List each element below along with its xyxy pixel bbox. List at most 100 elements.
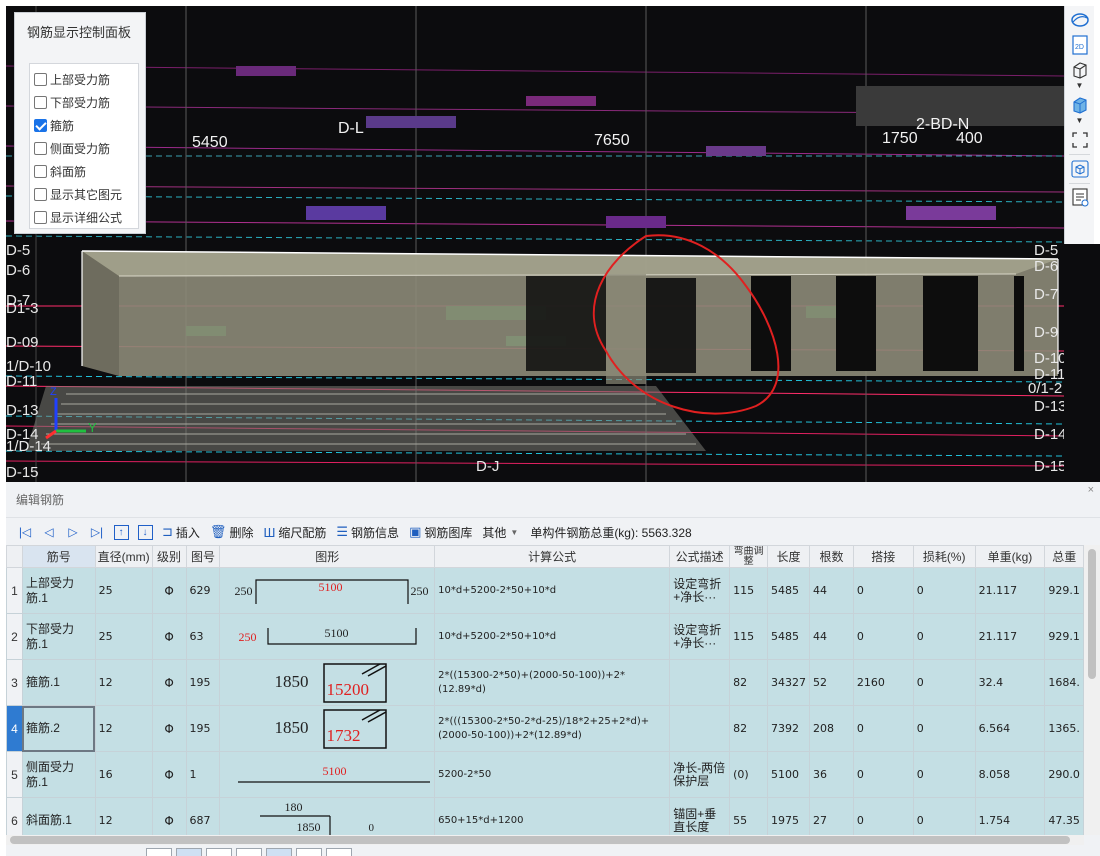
column-header[interactable]: 根数: [809, 545, 854, 568]
row-number[interactable]: 2: [6, 613, 23, 660]
grade-cell[interactable]: Φ: [151, 705, 187, 752]
2d-view-icon[interactable]: 2D: [1068, 34, 1092, 56]
grade-cell[interactable]: Φ: [151, 613, 187, 660]
table-row[interactable]: 5 侧面受力筋.1 16 Φ 1 5100 5200-2*50 净长-两倍保护层…: [6, 751, 1084, 798]
checkbox-checked[interactable]: [34, 119, 47, 132]
figure-number-cell[interactable]: 63: [185, 613, 221, 660]
toolbar-button[interactable]: [236, 848, 262, 856]
formula-desc-cell[interactable]: [669, 659, 731, 706]
column-header[interactable]: 公式描述: [669, 545, 731, 568]
length-cell[interactable]: 1975: [767, 797, 811, 835]
shape-cell[interactable]: 180 1850 0: [219, 797, 436, 835]
last-record-icon[interactable]: ▷|: [86, 521, 108, 543]
total-weight-cell[interactable]: 47.35: [1044, 797, 1084, 835]
diameter-cell[interactable]: 12: [94, 659, 153, 706]
count-cell[interactable]: 36: [809, 751, 854, 798]
table-row[interactable]: 3 箍筋.1 12 Φ 195 1850 15200 2*((15300-2*5…: [6, 659, 1084, 706]
figure-number-cell[interactable]: 629: [185, 567, 221, 614]
formula-cell[interactable]: 10*d+5200-2*50+10*d: [434, 613, 671, 660]
length-cell[interactable]: 34327: [767, 659, 811, 706]
checkbox[interactable]: [34, 142, 47, 155]
rebar-name-cell[interactable]: 箍筋.2: [21, 705, 96, 752]
move-down-icon[interactable]: ↓: [134, 521, 156, 543]
count-cell[interactable]: 27: [809, 797, 854, 835]
checkbox[interactable]: [34, 211, 47, 224]
diameter-cell[interactable]: 25: [94, 567, 153, 614]
table-row[interactable]: 6 斜面筋.1 12 Φ 687 180 1850 0 650+15*d+120…: [6, 797, 1084, 835]
total-weight-cell[interactable]: 929.1: [1044, 613, 1084, 660]
3d-box-icon[interactable]: [1068, 59, 1092, 81]
bend-adjust-cell[interactable]: 82: [729, 705, 769, 752]
figure-number-cell[interactable]: 195: [185, 659, 221, 706]
horizontal-scrollbar[interactable]: [6, 835, 1084, 845]
table-row[interactable]: 2 下部受力筋.1 25 Φ 63 250 5100 10*d+5200-2*5…: [6, 613, 1084, 660]
rebar-name-cell[interactable]: 箍筋.1: [21, 659, 96, 706]
unit-weight-cell[interactable]: 21.117: [974, 567, 1046, 614]
fit-view-icon[interactable]: [1068, 129, 1092, 151]
grade-cell[interactable]: Φ: [151, 567, 187, 614]
other-dropdown[interactable]: 其他 ▼: [478, 521, 522, 543]
formula-desc-cell[interactable]: 设定弯折+净长···: [669, 567, 731, 614]
option-stirrup[interactable]: 箍筋: [30, 114, 138, 137]
loss-cell[interactable]: 0: [912, 613, 976, 660]
figure-number-cell[interactable]: 195: [185, 705, 221, 752]
lap-cell[interactable]: 0: [852, 613, 914, 660]
count-cell[interactable]: 44: [809, 567, 854, 614]
unit-weight-cell[interactable]: 32.4: [974, 659, 1046, 706]
shape-cell[interactable]: 250 5100 250: [219, 567, 436, 614]
rebar-name-cell[interactable]: 侧面受力筋.1: [21, 751, 96, 798]
length-cell[interactable]: 5100: [767, 751, 811, 798]
shape-cell[interactable]: 1850 15200: [219, 659, 436, 706]
3d-box-filled-icon[interactable]: [1068, 94, 1092, 116]
formula-cell[interactable]: 5200-2*50: [434, 751, 671, 798]
rebar-info-button[interactable]: ☰ 钢筋信息: [332, 521, 403, 543]
row-number[interactable]: 6: [6, 797, 23, 835]
checkbox[interactable]: [34, 96, 47, 109]
bend-adjust-cell[interactable]: (0): [729, 751, 769, 798]
column-header[interactable]: 直径(mm): [94, 545, 153, 568]
checkbox[interactable]: [34, 188, 47, 201]
column-header[interactable]: 弯曲调整: [729, 545, 769, 568]
option-side-rebar[interactable]: 侧面受力筋: [30, 137, 138, 160]
length-cell[interactable]: 7392: [767, 705, 811, 752]
checkbox[interactable]: [34, 165, 47, 178]
chevron-down-icon[interactable]: ▼: [1065, 81, 1094, 91]
toolbar-button[interactable]: [146, 848, 172, 856]
column-header[interactable]: 总重: [1044, 545, 1084, 568]
formula-cell[interactable]: 2*((15300-2*50)+(2000-50-100))+2*(12.89*…: [434, 659, 671, 706]
grade-cell[interactable]: Φ: [151, 659, 187, 706]
column-header[interactable]: 搭接: [852, 545, 914, 568]
column-header[interactable]: 图号: [185, 545, 221, 568]
column-header[interactable]: 筋号: [21, 545, 96, 568]
formula-cell[interactable]: 650+15*d+1200: [434, 797, 671, 835]
column-header[interactable]: 单重(kg): [974, 545, 1046, 568]
count-cell[interactable]: 208: [809, 705, 854, 752]
move-up-icon[interactable]: ↑: [110, 521, 132, 543]
row-number[interactable]: 4: [6, 705, 23, 752]
first-record-icon[interactable]: |◁: [14, 521, 36, 543]
unit-weight-cell[interactable]: 8.058: [974, 751, 1046, 798]
total-weight-cell[interactable]: 1684.: [1044, 659, 1084, 706]
3d-viewport[interactable]: 5450 D-L 7650 1750 2-BD-N 400 D-5 D-6 D-…: [6, 6, 1064, 482]
formula-desc-cell[interactable]: 锚固+垂直长度: [669, 797, 731, 835]
loss-cell[interactable]: 0: [912, 797, 976, 835]
option-show-detailed-formula[interactable]: 显示详细公式: [30, 206, 138, 229]
vertical-scrollbar[interactable]: [1084, 545, 1100, 835]
shape-cell[interactable]: 250 5100: [219, 613, 436, 660]
rebar-library-button[interactable]: ▣ 钢筋图库: [405, 521, 476, 543]
toolbar-button[interactable]: [266, 848, 292, 856]
column-header[interactable]: 图形: [219, 545, 436, 568]
unit-weight-cell[interactable]: 6.564: [974, 705, 1046, 752]
loss-cell[interactable]: 0: [912, 567, 976, 614]
total-weight-cell[interactable]: 929.1: [1044, 567, 1084, 614]
formula-desc-cell[interactable]: 设定弯折+净长···: [669, 613, 731, 660]
chevron-down-icon[interactable]: ▼: [1065, 116, 1094, 126]
figure-number-cell[interactable]: 687: [185, 797, 221, 835]
bend-adjust-cell[interactable]: 115: [729, 613, 769, 660]
3d-scene-canvas[interactable]: [6, 6, 1064, 482]
row-number[interactable]: 5: [6, 751, 23, 798]
option-bottom-rebar[interactable]: 下部受力筋: [30, 91, 138, 114]
option-slope-rebar[interactable]: 斜面筋: [30, 160, 138, 183]
grade-cell[interactable]: Φ: [151, 751, 187, 798]
cube-view-icon[interactable]: [1068, 158, 1092, 180]
